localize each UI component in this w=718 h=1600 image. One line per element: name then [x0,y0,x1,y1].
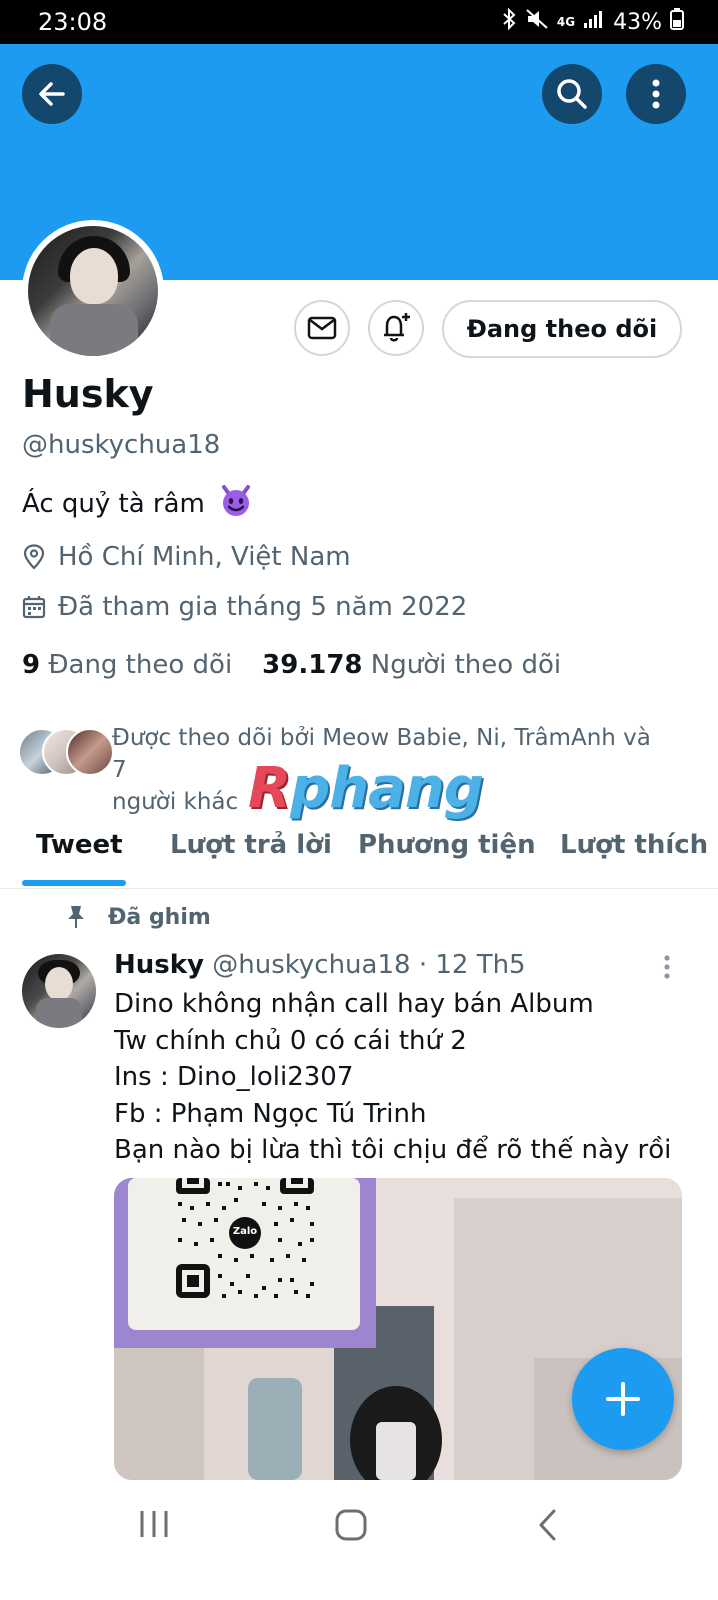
following-label: Đang theo dõi [48,650,233,680]
pinned-text: Đã ghim [108,904,211,930]
compose-tweet-button[interactable] [572,1348,674,1450]
more-options-button[interactable] [626,64,686,124]
tweet-header: Husky @huskychua18 · 12 Th5 [114,950,526,980]
watermark-rest: phang [290,756,484,821]
pin-icon [68,906,84,928]
tweet-line: Dino không nhận call hay bán Album [114,989,594,1019]
plus-icon [606,1382,640,1416]
vertical-dots-icon [664,955,670,979]
tweet-author-name[interactable]: Husky [114,950,204,980]
joined-text: Đã tham gia tháng 5 năm 2022 [58,592,468,622]
tweet-text: Dino không nhận call hay bán Album Tw ch… [114,986,671,1169]
location-row: Hồ Chí Minh, Việt Nam [22,542,351,572]
smiling-devil-icon [219,484,253,525]
search-icon [557,79,587,109]
tab-likes[interactable]: Lượt thích [560,830,708,860]
tab-media[interactable]: Phương tiện [358,830,536,860]
back-button[interactable] [22,64,82,124]
joined-row: Đã tham gia tháng 5 năm 2022 [22,592,467,622]
tweet-line: Bạn nào bị lừa thì tôi chịu để rõ thế nà… [114,1135,672,1165]
network-label: 4G [556,15,576,29]
calendar-icon [22,596,46,619]
vertical-dots-icon [652,79,660,109]
followers-stat[interactable]: 39.178 Người theo dõi [262,650,561,680]
search-button[interactable] [542,64,602,124]
system-nav-bar [0,1480,718,1600]
watermark-logo: Rphang [248,756,484,821]
message-button[interactable] [294,300,350,356]
tweet-author-avatar[interactable] [22,954,96,1028]
recent-apps-icon [140,1511,168,1537]
follower-avatars [18,728,114,776]
bio-text: Ác quỷ tà râm [22,489,205,519]
follow-stats: 9 Đang theo dõi 39.178 Người theo dõi [22,650,561,680]
tweet-line: Ins : Dino_loli2307 [114,1062,354,1092]
followers-label: Người theo dõi [370,650,562,680]
followers-count: 39.178 [262,650,363,680]
status-icons: 4G 43% [501,7,684,36]
status-bar: 23:08 4G 43% [0,0,718,44]
notifications-button[interactable] [368,300,424,356]
profile-name: Husky [22,372,154,416]
battery-icon [670,8,684,36]
pinned-label: Đã ghim [66,904,211,930]
location-text: Hồ Chí Minh, Việt Nam [58,542,351,572]
tweet-date: · 12 Th5 [418,950,526,980]
status-time: 23:08 [38,8,108,36]
bell-plus-icon [384,313,410,342]
chevron-left-icon [539,1509,556,1541]
avatar [28,226,158,356]
tweet-author-handle: @huskychua18 [212,950,411,980]
following-stat[interactable]: 9 Đang theo dõi [22,650,232,680]
mute-icon [525,8,549,36]
profile-handle: @huskychua18 [22,430,221,460]
profile-tabs: Tweet Lượt trả lời Phương tiện Lượt thíc… [0,818,718,889]
tweet-line: Tw chính chủ 0 có cái thứ 2 [114,1025,467,1056]
home-button[interactable] [334,1508,368,1546]
profile-bio: Ác quỷ tà râm [22,484,253,525]
watermark-first: R [248,756,291,821]
recent-apps-button[interactable] [136,1508,172,1544]
avatar [66,728,114,776]
profile-avatar[interactable] [22,220,164,362]
signal-icon [583,9,605,35]
system-back-button[interactable] [536,1508,560,1546]
tab-replies[interactable]: Lượt trả lời [170,830,332,860]
arrow-left-icon [39,82,65,106]
following-button[interactable]: Đang theo dõi [442,300,682,358]
battery-percent: 43% [613,9,662,35]
tweet-more-button[interactable] [660,954,674,986]
envelope-icon [307,316,337,340]
bluetooth-icon [501,7,517,36]
following-count: 9 [22,650,41,680]
qr-label: Zalo [232,1226,258,1237]
tweet-line: Fb : Phạm Ngọc Tú Trinh [114,1098,427,1129]
location-pin-icon [23,544,45,570]
home-icon [335,1509,367,1541]
active-tab-indicator [22,880,126,886]
tab-tweet[interactable]: Tweet [36,830,123,860]
